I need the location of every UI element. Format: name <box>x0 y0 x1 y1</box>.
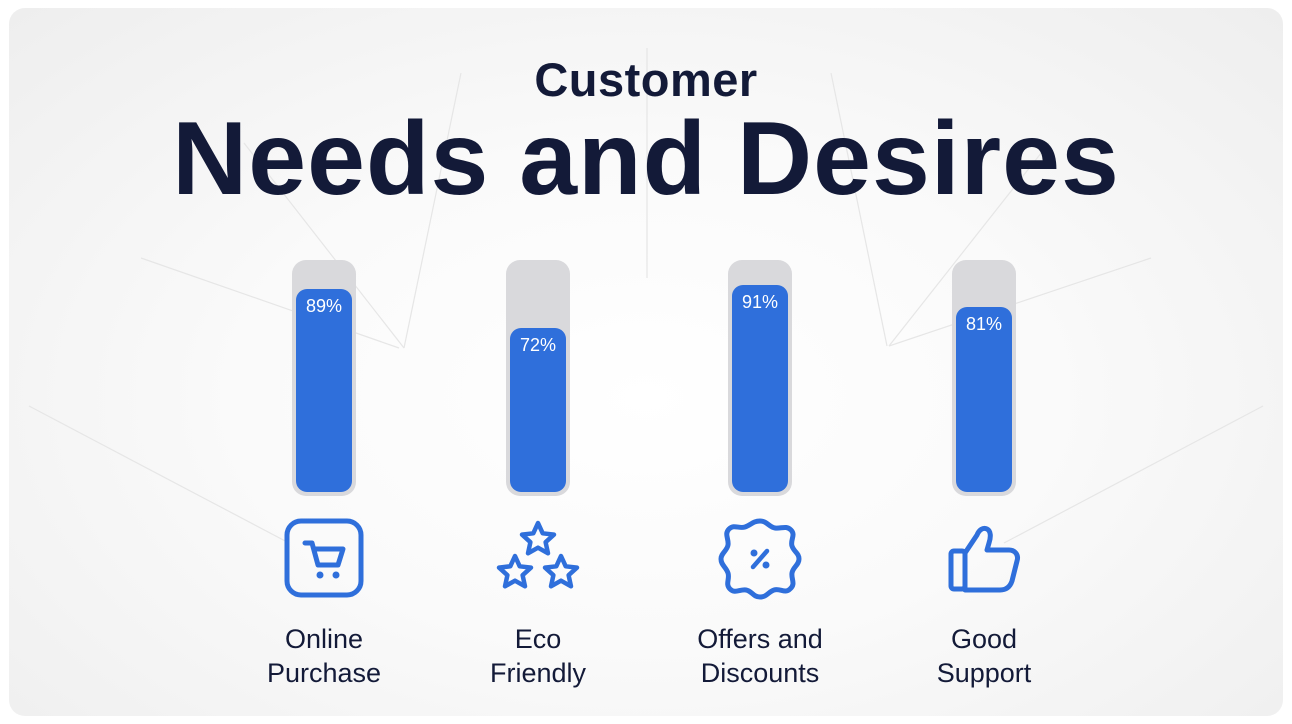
bar-track-good-support: 81% <box>952 260 1016 496</box>
category-label-online-purchase: Online Purchase <box>214 622 434 690</box>
bar-online-purchase: 89% <box>296 289 352 492</box>
category-label-line: Offers and <box>697 624 823 654</box>
category-label-line: Good <box>950 624 1018 654</box>
value-label-good-support: 81% <box>965 314 1003 335</box>
category-label-eco-friendly: Eco Friendly <box>428 622 648 690</box>
category-label-offers-and-discounts: Offers and Discounts <box>650 622 870 690</box>
bar-offers-and-discounts: 91% <box>732 284 788 492</box>
chart-subtitle: Needs and Desires <box>172 101 1120 217</box>
category-label-line: Purchase <box>266 658 382 688</box>
value-label-eco-friendly: 72% <box>519 334 557 355</box>
bar-track-eco-friendly: 72% <box>506 260 570 496</box>
category-label-line: Online <box>284 624 364 654</box>
bar-track-online-purchase: 89% <box>292 260 356 496</box>
shopping-cart-icon <box>284 518 364 598</box>
value-label-offers-and-discounts: 91% <box>741 291 779 312</box>
value-label-online-purchase: 89% <box>305 296 343 317</box>
category-label-line: Discounts <box>700 658 820 688</box>
bar-good-support: 81% <box>956 307 1012 492</box>
chart-title: Customer <box>534 53 758 106</box>
bar-eco-friendly: 72% <box>510 327 566 492</box>
category-label-line: Eco <box>514 624 562 654</box>
stars-icon <box>496 520 580 589</box>
thumbs-up-icon <box>948 525 1020 593</box>
category-label-good-support: Good Support <box>874 622 1094 690</box>
discount-badge-icon <box>718 518 802 600</box>
category-label-line: Support <box>936 658 1032 688</box>
bar-track-offers-and-discounts: 91% <box>728 260 792 496</box>
chart-card: Customer Needs and Desires 89% 72% 91% 8… <box>9 8 1283 716</box>
category-label-line: Friendly <box>489 658 587 688</box>
